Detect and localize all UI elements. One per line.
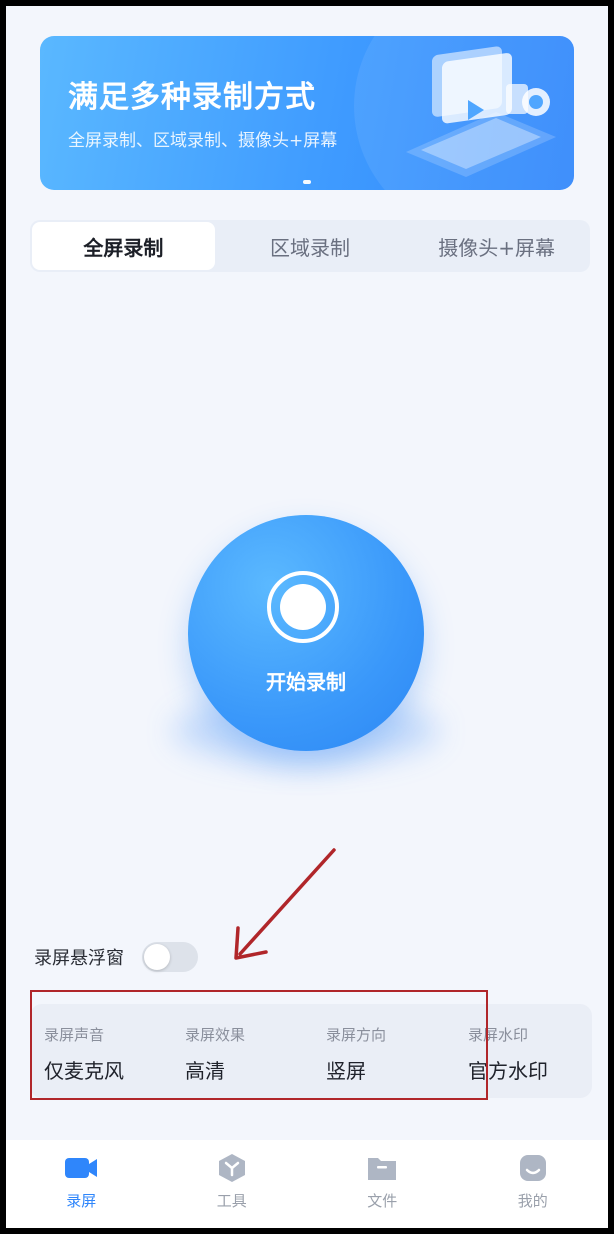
bottom-nav: 录屏 工具 文件 我的	[6, 1140, 608, 1228]
nav-label-tools: 工具	[216, 1192, 247, 1210]
toggle-knob	[144, 944, 170, 970]
record-icon	[267, 571, 339, 643]
recording-mode-tabs: 全屏录制 区域录制 摄像头+屏幕	[30, 220, 590, 272]
video-camera-icon	[65, 1158, 98, 1178]
start-recording-label: 开始录制	[266, 670, 346, 694]
app-screen: 满足多种录制方式 全屏录制、区域录制、摄像头+屏幕 全屏录制 区域录制 摄像头+…	[6, 6, 608, 1228]
banner-title: 满足多种录制方式	[68, 80, 316, 115]
banner-dot-active	[303, 180, 311, 184]
floating-window-label: 录屏悬浮窗	[34, 948, 124, 969]
nav-item-tools[interactable]: 工具	[157, 1140, 308, 1228]
floating-window-toggle[interactable]	[142, 942, 198, 972]
tab-camera-screen[interactable]: 摄像头+屏幕	[405, 222, 588, 270]
annotation-arrow-icon	[234, 848, 336, 960]
nav-label-files: 文件	[367, 1192, 398, 1210]
banner-subtitle: 全屏录制、区域录制、摄像头+屏幕	[68, 131, 338, 151]
nav-label-record: 录屏	[66, 1192, 97, 1210]
promo-banner[interactable]: 满足多种录制方式 全屏录制、区域录制、摄像头+屏幕	[40, 36, 574, 190]
nav-label-profile: 我的	[517, 1192, 548, 1210]
tab-full-screen[interactable]: 全屏录制	[32, 222, 215, 270]
nav-item-record[interactable]: 录屏	[6, 1140, 157, 1228]
toolbox-icon	[218, 1154, 245, 1182]
nav-item-files[interactable]: 文件	[307, 1140, 458, 1228]
folder-icon	[368, 1158, 397, 1180]
record-dot	[280, 584, 326, 630]
profile-icon	[519, 1155, 546, 1181]
tab-region[interactable]: 区域录制	[219, 222, 402, 270]
nav-item-profile[interactable]: 我的	[458, 1140, 609, 1228]
video-camera-illustration-icon	[406, 46, 556, 177]
banner-page-indicator	[40, 180, 574, 184]
annotation-highlight-box	[30, 990, 488, 1100]
start-recording-button[interactable]: 开始录制	[188, 515, 424, 751]
floating-window-row: 录屏悬浮窗	[34, 940, 198, 974]
